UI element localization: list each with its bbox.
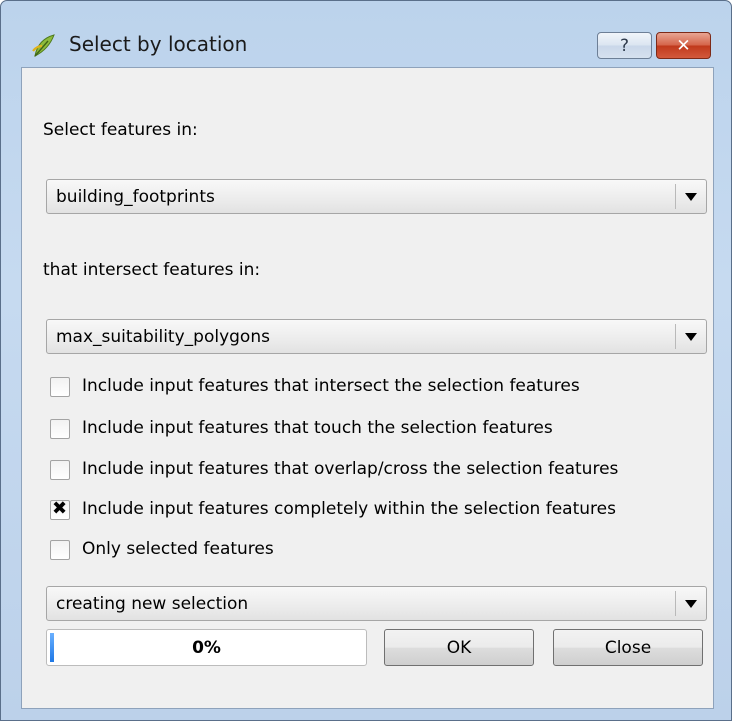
select-layer-combo[interactable]: building_footprints bbox=[46, 179, 707, 214]
selection-mode-value: creating new selection bbox=[56, 594, 249, 614]
chevron-down-icon[interactable] bbox=[685, 193, 697, 201]
select-by-location-dialog: Select by location ? ✕ Select features i… bbox=[0, 0, 732, 721]
overlap-checkbox[interactable] bbox=[50, 460, 70, 480]
intersect-features-label: that intersect features in: bbox=[43, 260, 261, 280]
option-intersect-row[interactable]: Include input features that intersect th… bbox=[50, 375, 710, 401]
selection-mode-combo[interactable]: creating new selection bbox=[46, 586, 707, 621]
option-label: Include input features that intersect th… bbox=[82, 376, 580, 396]
intersect-checkbox[interactable] bbox=[50, 377, 70, 397]
ok-button[interactable]: OK bbox=[384, 629, 534, 666]
within-checkbox[interactable]: ✖ bbox=[50, 498, 70, 520]
option-touch-row[interactable]: Include input features that touch the se… bbox=[50, 417, 710, 443]
touch-checkbox[interactable] bbox=[50, 419, 70, 439]
select-layer-value: building_footprints bbox=[56, 187, 215, 207]
window-title: Select by location bbox=[69, 32, 248, 56]
dialog-body: Select features in: building_footprints … bbox=[21, 67, 714, 709]
option-only-selected-row[interactable]: Only selected features bbox=[50, 538, 710, 564]
option-overlap-row[interactable]: Include input features that overlap/cros… bbox=[50, 458, 710, 484]
select-features-label: Select features in: bbox=[43, 120, 198, 140]
option-label: Include input features completely within… bbox=[82, 499, 616, 519]
option-label: Include input features that touch the se… bbox=[82, 418, 553, 438]
help-button[interactable]: ? bbox=[597, 32, 652, 59]
intersect-layer-combo[interactable]: max_suitability_polygons bbox=[46, 319, 707, 354]
only-selected-checkbox[interactable] bbox=[50, 540, 70, 560]
checkmark-icon: ✖ bbox=[52, 498, 68, 519]
progress-text: 0% bbox=[192, 638, 221, 658]
question-mark-icon: ? bbox=[619, 35, 630, 56]
title-bar[interactable]: Select by location ? ✕ bbox=[1, 1, 731, 67]
intersect-layer-value: max_suitability_polygons bbox=[56, 327, 270, 347]
combo-divider bbox=[675, 324, 676, 349]
window-close-button[interactable]: ✕ bbox=[656, 32, 711, 59]
chevron-down-icon[interactable] bbox=[685, 333, 697, 341]
close-icon: ✕ bbox=[676, 35, 691, 56]
option-label: Include input features that overlap/cros… bbox=[82, 459, 619, 479]
option-within-row[interactable]: ✖ Include input features completely with… bbox=[50, 498, 710, 524]
combo-divider bbox=[675, 591, 676, 616]
option-label: Only selected features bbox=[82, 539, 274, 559]
close-button[interactable]: Close bbox=[553, 629, 703, 666]
progress-bar: 0% bbox=[46, 629, 367, 666]
combo-divider bbox=[675, 184, 676, 209]
chevron-down-icon[interactable] bbox=[685, 600, 697, 608]
qgis-leaf-icon bbox=[32, 34, 55, 57]
